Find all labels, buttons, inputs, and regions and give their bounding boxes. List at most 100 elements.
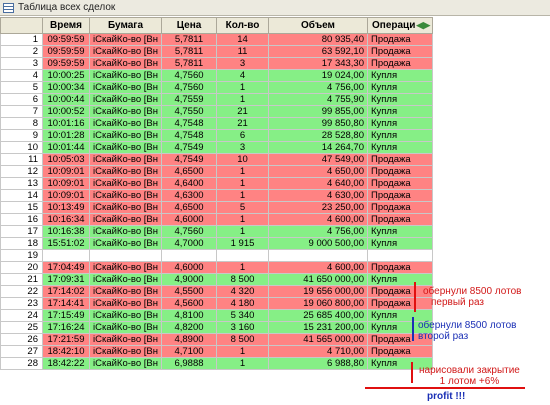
column-header-time[interactable]: Время <box>42 17 90 34</box>
column-header-volume[interactable]: Объем <box>268 17 368 34</box>
table-row[interactable]: 14 10:09:01 iСкайКо-во [Вн 4,6300 1 4 630,00 П… <box>0 189 434 202</box>
cell-volume: 14 264,70 <box>268 141 368 154</box>
table-row[interactable]: 1 09:59:59 iСкайКо-во [Вн 5,7811 14 80 935,40… <box>0 33 434 46</box>
annotation-first-wrap: обернули 8500 лотов первый раз <box>423 286 521 308</box>
table-row[interactable]: 10 10:01:44 iСкайКо-во [Вн 4,7549 3 14 264,70… <box>0 141 434 154</box>
window-title: Таблица всех сделок <box>18 2 116 13</box>
cell-security: iСкайКо-во [Вн <box>89 261 162 274</box>
cell-time <box>42 249 90 262</box>
table-row[interactable]: 28 18:42:22 iСкайКо-во [Вн 6,9888 1 6 988,80 К… <box>0 357 434 370</box>
row-number: 11 <box>0 153 43 166</box>
cell-operation: Продажа <box>367 201 434 214</box>
table-row[interactable]: 9 10:01:28 iСкайКо-во [Вн 4,7548 6 28 528,80 К… <box>0 129 434 142</box>
table-row[interactable]: 3 09:59:59 iСкайКо-во [Вн 5,7811 3 17 343,30 П… <box>0 57 434 70</box>
row-number: 27 <box>0 345 43 358</box>
cell-price: 4,5500 <box>161 285 217 298</box>
table-row[interactable]: 22 17:14:02 iСкайКо-во [Вн 4,5500 4 320 19 65… <box>0 285 434 298</box>
cell-price <box>161 249 217 262</box>
table-row[interactable]: 7 10:00:52 iСкайКо-во [Вн 4,7550 21 99 855,00… <box>0 105 434 118</box>
cell-operation: Купля <box>367 117 434 130</box>
row-number: 22 <box>0 285 43 298</box>
table-row[interactable]: 20 17:04:49 iСкайКо-во [Вн 4,6000 1 4 600,00 П… <box>0 261 434 274</box>
column-header-security[interactable]: Бумага <box>89 17 162 34</box>
cell-security: iСкайКо-во [Вн <box>89 117 162 130</box>
cell-time: 10:09:01 <box>42 165 90 178</box>
table-row[interactable]: 21 17:09:31 iСкайКо-во [Вн 4,9000 8 500 41 65… <box>0 273 434 286</box>
row-number: 12 <box>0 165 43 178</box>
table-row[interactable]: 4 10:00:25 iСкайКо-во [Вн 4,7560 4 19 024,00 К… <box>0 69 434 82</box>
cell-time: 10:00:34 <box>42 81 90 94</box>
table-row[interactable]: 19 <box>0 249 434 262</box>
cell-time: 09:59:59 <box>42 45 90 58</box>
table-row[interactable]: 16 10:16:34 iСкайКо-во [Вн 4,6000 1 4 600,00 П… <box>0 213 434 226</box>
cell-operation: Купля <box>367 105 434 118</box>
cell-price: 4,7100 <box>161 345 217 358</box>
cell-security: iСкайКо-во [Вн <box>89 153 162 166</box>
column-header-price[interactable]: Цена <box>161 17 217 34</box>
cell-security: iСкайКо-во [Вн <box>89 177 162 190</box>
cell-security: iСкайКо-во [Вн <box>89 105 162 118</box>
cell-price: 4,7549 <box>161 153 217 166</box>
cell-volume: 28 528,80 <box>268 129 368 142</box>
cell-operation: Продажа <box>367 177 434 190</box>
table-row[interactable]: 12 10:09:01 iСкайКо-во [Вн 4,6500 1 4 650,00 П… <box>0 165 434 178</box>
table-row[interactable]: 13 10:09:01 iСкайКо-во [Вн 4,6400 1 4 640,00 П… <box>0 177 434 190</box>
table-row[interactable]: 26 17:21:59 iСкайКо-во [Вн 4,8900 8 500 41 56… <box>0 333 434 346</box>
table-row[interactable]: 23 17:14:41 iСкайКо-во [Вн 4,5600 4 180 19 06… <box>0 297 434 310</box>
row-number: 4 <box>0 69 43 82</box>
cell-qty: 1 <box>216 93 269 106</box>
cell-time: 10:00:44 <box>42 93 90 106</box>
row-number: 25 <box>0 321 43 334</box>
table-row[interactable]: 5 10:00:34 iСкайКо-во [Вн 4,7560 1 4 756,00 Ку… <box>0 81 434 94</box>
cell-security: iСкайКо-во [Вн <box>89 69 162 82</box>
cell-volume: 6 988,80 <box>268 357 368 370</box>
column-header-operation[interactable]: Операци◀▶ <box>366 17 434 34</box>
cell-time: 10:16:38 <box>42 225 90 238</box>
table-header-row: Время Бумага Цена Кол-во Объем Операци◀▶ <box>0 17 434 34</box>
cell-price: 4,6500 <box>161 201 217 214</box>
cell-volume: 19 024,00 <box>268 69 368 82</box>
annotation-second-wrap-line1: обернули 8500 лотов <box>418 320 517 331</box>
row-number: 19 <box>0 249 43 262</box>
column-header-qty[interactable]: Кол-во <box>216 17 269 34</box>
cell-time: 17:21:59 <box>42 333 90 346</box>
cell-time: 17:09:31 <box>42 273 90 286</box>
cell-security: iСкайКо-во [Вн <box>89 165 162 178</box>
row-number: 3 <box>0 57 43 70</box>
cell-time: 17:04:49 <box>42 261 90 274</box>
cell-operation <box>367 249 434 262</box>
cell-price: 4,8900 <box>161 333 217 346</box>
table-row[interactable]: 17 10:16:38 iСкайКо-во [Вн 4,7560 1 4 756,00 К… <box>0 225 434 238</box>
annotation-underline <box>365 387 525 389</box>
cell-qty: 21 <box>216 117 269 130</box>
cell-operation: Продажа <box>367 345 434 358</box>
table-row[interactable]: 2 09:59:59 iСкайКо-во [Вн 5,7811 11 63 592,10… <box>0 45 434 58</box>
table-icon <box>3 2 14 13</box>
annotation-close: нарисовали закрытие 1 лотом +6% <box>419 365 520 387</box>
table-row[interactable]: 11 10:05:03 iСкайКо-во [Вн 4,7549 10 47 549,0… <box>0 153 434 166</box>
cell-time: 10:01:28 <box>42 129 90 142</box>
cell-security: iСкайКо-во [Вн <box>89 273 162 286</box>
window-titlebar: Таблица всех сделок <box>0 0 550 16</box>
table-row[interactable]: 6 10:00:44 iСкайКо-во [Вн 4,7559 1 4 755,90 Ку… <box>0 93 434 106</box>
table-row[interactable]: 25 17:16:24 iСкайКо-во [Вн 4,8200 3 160 15 23… <box>0 321 434 334</box>
annotation-close-line2: 1 лотом +6% <box>439 376 500 387</box>
cell-volume: 4 755,90 <box>268 93 368 106</box>
cell-operation: Продажа <box>367 213 434 226</box>
cell-operation: Продажа <box>367 165 434 178</box>
cell-security: iСкайКо-во [Вн <box>89 33 162 46</box>
table-row[interactable]: 18 15:51:02 iСкайКо-во [Вн 4,7000 1 915 9 000… <box>0 237 434 250</box>
table-row[interactable]: 27 18:42:10 iСкайКо-во [Вн 4,7100 1 4 710,00 П… <box>0 345 434 358</box>
cell-qty: 4 320 <box>216 285 269 298</box>
sort-icon[interactable]: ◀▶ <box>416 20 430 30</box>
cell-volume: 25 685 400,00 <box>268 309 368 322</box>
row-number-header <box>0 17 43 34</box>
table-row[interactable]: 24 17:15:49 iСкайКо-во [Вн 4,8100 5 340 25 68… <box>0 309 434 322</box>
cell-price: 4,7548 <box>161 129 217 142</box>
row-number: 15 <box>0 201 43 214</box>
cell-operation: Купля <box>367 237 434 250</box>
trades-table: Время Бумага Цена Кол-во Объем Операци◀▶… <box>0 17 434 370</box>
cell-qty: 8 500 <box>216 333 269 346</box>
table-row[interactable]: 15 10:13:49 iСкайКо-во [Вн 4,6500 5 23 250,00… <box>0 201 434 214</box>
table-row[interactable]: 8 10:01:16 iСкайКо-во [Вн 4,7548 21 99 850,80… <box>0 117 434 130</box>
